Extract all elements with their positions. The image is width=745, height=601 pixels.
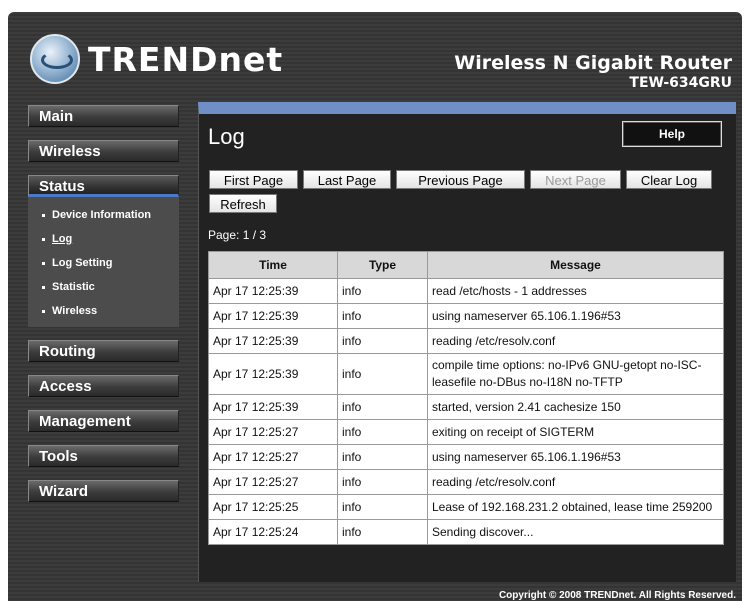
- cell-message: started, version 2.41 cachesize 150: [427, 394, 724, 420]
- table-row: Apr 17 12:25:27 info reading /etc/resolv.c…: [208, 469, 724, 495]
- nav-wizard[interactable]: Wizard: [28, 480, 179, 502]
- nav-status[interactable]: Status: [28, 175, 179, 197]
- first-page-button[interactable]: First Page: [209, 170, 298, 189]
- nav-access[interactable]: Access: [28, 375, 179, 397]
- cell-type: info: [337, 469, 428, 495]
- next-page-button[interactable]: Next Page: [530, 170, 621, 189]
- table-row: Apr 17 12:25:39 info started, version 2.41…: [208, 394, 724, 420]
- table-row: Apr 17 12:25:27 info exiting on receipt of…: [208, 419, 724, 445]
- cell-time: Apr 17 12:25:39: [208, 328, 338, 354]
- cell-message: using nameserver 65.106.1.196#53: [427, 303, 724, 329]
- log-table: Time Type Message Apr 17 12:25:39 info rea…: [208, 251, 724, 545]
- cell-time: Apr 17 12:25:39: [208, 353, 338, 395]
- copyright-footer: Copyright © 2008 TRENDnet. All Rights Re…: [498, 590, 736, 601]
- bullet-icon: [42, 213, 45, 217]
- bullet-icon: [42, 261, 45, 265]
- subnav-label: Statistic: [52, 281, 95, 293]
- page-frame: TRENDnet Wireless N Gigabit Router TEW-6…: [8, 12, 742, 601]
- subnav-statistic[interactable]: Statistic: [28, 275, 179, 299]
- column-header-message: Message: [427, 251, 724, 279]
- table-header-row: Time Type Message: [208, 251, 724, 279]
- page-title: Log: [208, 124, 245, 149]
- nav-management[interactable]: Management: [28, 410, 179, 432]
- cell-type: info: [337, 444, 428, 470]
- model-number: TEW-634GRU: [629, 75, 732, 91]
- status-submenu: Device Information Log Log Setting Stati…: [28, 197, 179, 327]
- cell-time: Apr 17 12:25:27: [208, 444, 338, 470]
- table-row: Apr 17 12:25:24 info Sending discover...: [208, 519, 724, 545]
- subnav-label: Wireless: [52, 305, 98, 317]
- cell-time: Apr 17 12:25:39: [208, 303, 338, 329]
- cell-message: reading /etc/resolv.conf: [427, 328, 724, 354]
- log-panel: Log Help First Page Last Page Previous Pag…: [198, 102, 736, 582]
- cell-message: Sending discover...: [427, 519, 724, 545]
- nav-main[interactable]: Main: [28, 105, 179, 127]
- cell-message: Lease of 192.168.231.2 obtained, lease t…: [427, 494, 724, 520]
- cell-time: Apr 17 12:25:39: [208, 278, 338, 304]
- subnav-log[interactable]: Log: [28, 227, 179, 251]
- header: TRENDnet Wireless N Gigabit Router TEW-6…: [8, 12, 742, 104]
- logo-text: TRENDnet: [88, 39, 284, 79]
- subnav-label: Log Setting: [52, 257, 113, 269]
- trendnet-logo-icon: [30, 34, 80, 84]
- cell-type: info: [337, 419, 428, 445]
- table-row: Apr 17 12:25:27 info using nameserver 65.1…: [208, 444, 724, 470]
- table-row: Apr 17 12:25:39 info read /etc/hosts - 1 a…: [208, 278, 724, 304]
- cell-type: info: [337, 278, 428, 304]
- subnav-device-information[interactable]: Device Information: [28, 203, 179, 227]
- refresh-button[interactable]: Refresh: [209, 194, 277, 213]
- nav-wireless[interactable]: Wireless: [28, 140, 179, 162]
- bullet-icon: [42, 285, 45, 289]
- nav-routing[interactable]: Routing: [28, 340, 179, 362]
- cell-type: info: [337, 494, 428, 520]
- bullet-icon: [42, 309, 45, 313]
- cell-message: reading /etc/resolv.conf: [427, 469, 724, 495]
- table-row: Apr 17 12:25:39 info reading /etc/resolv.c…: [208, 328, 724, 354]
- subnav-label: Device Information: [52, 209, 152, 221]
- product-info: Wireless N Gigabit Router TEW-634GRU: [454, 52, 732, 91]
- column-header-time: Time: [208, 251, 338, 279]
- table-row: Apr 17 12:25:25 info Lease of 192.168.231.…: [208, 494, 724, 520]
- table-row: Apr 17 12:25:39 info using nameserver 65.1…: [208, 303, 724, 329]
- log-toolbar: First Page Last Page Previous Page Next Pag…: [209, 170, 729, 218]
- cell-time: Apr 17 12:25:27: [208, 469, 338, 495]
- cell-time: Apr 17 12:25:25: [208, 494, 338, 520]
- subnav-label: Log: [52, 233, 73, 245]
- cell-type: info: [337, 519, 428, 545]
- table-row: Apr 17 12:25:39 info compile time options:…: [208, 353, 724, 395]
- help-button[interactable]: Help: [622, 121, 722, 147]
- cell-message: using nameserver 65.106.1.196#53: [427, 444, 724, 470]
- cell-type: info: [337, 394, 428, 420]
- subnav-wireless[interactable]: Wireless: [28, 299, 179, 323]
- sidebar-nav: Main Wireless Status Device Information …: [28, 105, 183, 515]
- subnav-log-setting[interactable]: Log Setting: [28, 251, 179, 275]
- cell-message: exiting on receipt of SIGTERM: [427, 419, 724, 445]
- trendnet-logo: TRENDnet: [30, 34, 283, 84]
- nav-tools[interactable]: Tools: [28, 445, 179, 467]
- page-indicator: Page: 1 / 3: [208, 228, 267, 242]
- cell-message: compile time options: no-IPv6 GNU-getopt…: [427, 353, 724, 395]
- cell-time: Apr 17 12:25:39: [208, 394, 338, 420]
- last-page-button[interactable]: Last Page: [303, 170, 391, 189]
- cell-type: info: [337, 353, 428, 395]
- previous-page-button[interactable]: Previous Page: [396, 170, 525, 189]
- bullet-icon: [42, 237, 45, 241]
- cell-time: Apr 17 12:25:27: [208, 419, 338, 445]
- column-header-type: Type: [337, 251, 428, 279]
- product-name: Wireless N Gigabit Router: [454, 52, 732, 74]
- cell-type: info: [337, 328, 428, 354]
- cell-message: read /etc/hosts - 1 addresses: [427, 278, 724, 304]
- clear-log-button[interactable]: Clear Log: [626, 170, 712, 189]
- cell-time: Apr 17 12:25:24: [208, 519, 338, 545]
- cell-type: info: [337, 303, 428, 329]
